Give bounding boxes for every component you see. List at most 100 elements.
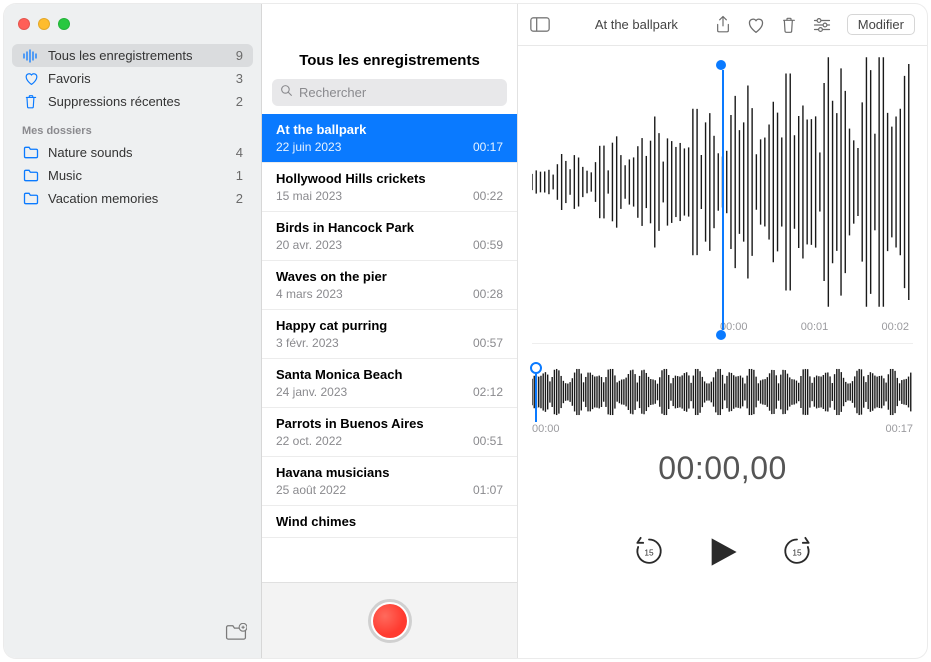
close-window-button[interactable] — [18, 18, 30, 30]
record-button[interactable] — [368, 599, 412, 643]
share-button[interactable] — [715, 15, 731, 34]
sidebar-folders-heading: Mes dossiers — [12, 113, 253, 141]
search-icon — [280, 84, 293, 102]
detail-pane: At the ballpark Modifier — [518, 4, 927, 658]
window-controls — [4, 4, 261, 40]
recording-date: 22 oct. 2022 — [276, 434, 342, 448]
sidebar-folder-music[interactable]: Music 1 — [12, 164, 253, 187]
sidebar-item-label: Tous les enregistrements — [48, 48, 228, 63]
folder-icon — [22, 192, 40, 205]
heart-icon — [22, 72, 40, 85]
recording-meta: 22 juin 2023 00:17 — [276, 140, 503, 154]
recording-title: Havana musicians — [276, 465, 503, 480]
sidebar-folder-vacation-memories[interactable]: Vacation memories 2 — [12, 187, 253, 210]
playhead-line — [722, 70, 724, 330]
waveform-icon — [22, 49, 40, 63]
recording-meta: 24 janv. 202302:12 — [276, 385, 503, 399]
recording-date: 20 avr. 2023 — [276, 238, 342, 252]
overview-playhead[interactable] — [536, 362, 542, 422]
toggle-sidebar-button[interactable] — [530, 17, 558, 32]
search-field[interactable] — [272, 79, 507, 106]
trash-icon — [22, 94, 40, 109]
recording-title: Happy cat purring — [276, 318, 503, 333]
timecode-1: 00:01 — [801, 321, 829, 333]
timecode-2: 00:02 — [881, 321, 909, 333]
recording-title: At the ballpark — [276, 122, 503, 137]
overview-time-start: 00:00 — [532, 423, 560, 435]
toolbar-actions: Modifier — [715, 14, 915, 35]
record-button-inner — [373, 604, 407, 638]
recording-duration: 00:22 — [473, 189, 503, 203]
sidebar-item-label: Music — [48, 168, 228, 183]
sidebar-folder-nature-sounds[interactable]: Nature sounds 4 — [12, 141, 253, 164]
overview-playhead-line — [535, 374, 537, 422]
detail-title: At the ballpark — [566, 17, 707, 32]
settings-button[interactable] — [813, 18, 831, 32]
recording-row[interactable]: Santa Monica Beach24 janv. 202302:12 — [262, 359, 517, 408]
recording-title: Birds in Hancock Park — [276, 220, 503, 235]
sidebar-item-count: 3 — [236, 71, 243, 86]
recording-duration: 01:07 — [473, 483, 503, 497]
minimize-window-button[interactable] — [38, 18, 50, 30]
recording-title: Wind chimes — [276, 514, 503, 529]
recording-row[interactable]: Birds in Hancock Park 20 avr. 2023 00:59 — [262, 212, 517, 261]
sidebar: Tous les enregistrements 9 Favoris 3 Sup… — [4, 4, 262, 658]
recording-date: 25 août 2022 — [276, 483, 346, 497]
recording-title: Parrots in Buenos Aires — [276, 416, 503, 431]
recording-duration: 00:51 — [473, 434, 503, 448]
recordings-list[interactable]: At the ballpark 22 juin 2023 00:17 Hollywoo… — [262, 114, 517, 582]
sidebar-item-count: 1 — [236, 168, 243, 183]
new-folder-button[interactable] — [225, 623, 247, 646]
recording-row[interactable]: Happy cat purring 3 févr. 202300:57 — [262, 310, 517, 359]
recordings-column: Tous les enregistrements At the ballpark… — [262, 4, 518, 658]
sidebar-item-label: Suppressions récentes — [48, 94, 228, 109]
sidebar-item-recently-deleted[interactable]: Suppressions récentes 2 — [12, 90, 253, 113]
svg-text:15: 15 — [792, 547, 802, 557]
recording-date: 22 juin 2023 — [276, 140, 341, 154]
overview-time-end: 00:17 — [885, 423, 913, 435]
recording-row[interactable]: Havana musicians 25 août 2022 01:07 — [262, 457, 517, 506]
sidebar-sources: Tous les enregistrements 9 Favoris 3 Sup… — [4, 40, 261, 658]
waveform-overview[interactable]: 00:00 00:17 — [532, 368, 913, 428]
folder-icon — [22, 146, 40, 159]
recording-row[interactable]: Parrots in Buenos Aires 22 oct. 2022 00:51 — [262, 408, 517, 457]
recording-row[interactable]: Wind chimes — [262, 506, 517, 538]
recording-row[interactable]: Hollywood Hills crickets 15 mai 2023 00:22 — [262, 163, 517, 212]
recording-row[interactable]: Waves on the pier4 mars 202300:28 — [262, 261, 517, 310]
app-window: Tous les enregistrements 9 Favoris 3 Sup… — [4, 4, 927, 658]
fullscreen-window-button[interactable] — [58, 18, 70, 30]
recording-meta: 25 août 2022 01:07 — [276, 483, 503, 497]
sidebar-item-count: 4 — [236, 145, 243, 160]
favorite-button[interactable] — [747, 17, 765, 33]
play-button[interactable] — [706, 535, 740, 569]
recording-duration: 00:17 — [473, 140, 503, 154]
recording-duration: 00:59 — [473, 238, 503, 252]
sidebar-item-count: 9 — [236, 48, 243, 63]
playhead[interactable] — [722, 60, 724, 340]
middle-titlebar-spacer — [262, 4, 517, 46]
overview-timecodes: 00:00 00:17 — [532, 423, 913, 435]
recording-row[interactable]: At the ballpark 22 juin 2023 00:17 — [262, 114, 517, 163]
skip-back-button[interactable]: 15 — [634, 536, 664, 568]
recording-title: Hollywood Hills crickets — [276, 171, 503, 186]
recording-date: 15 mai 2023 — [276, 189, 342, 203]
sidebar-item-count: 2 — [236, 191, 243, 206]
recording-meta: 3 févr. 202300:57 — [276, 336, 503, 350]
recording-duration: 00:28 — [473, 287, 503, 301]
recording-date: 4 mars 2023 — [276, 287, 343, 301]
skip-forward-button[interactable]: 15 — [782, 536, 812, 568]
recording-meta: 15 mai 2023 00:22 — [276, 189, 503, 203]
sidebar-item-all-recordings[interactable]: Tous les enregistrements 9 — [12, 44, 253, 67]
search-input[interactable] — [299, 85, 499, 100]
svg-text:15: 15 — [644, 547, 654, 557]
waveform-main[interactable]: 00:00 00:01 00:02 — [532, 52, 913, 344]
folder-icon — [22, 169, 40, 182]
playhead-knob-top — [716, 60, 726, 70]
edit-button[interactable]: Modifier — [847, 14, 915, 35]
recording-meta: 20 avr. 2023 00:59 — [276, 238, 503, 252]
sidebar-item-label: Favoris — [48, 71, 228, 86]
toolbar: At the ballpark Modifier — [518, 4, 927, 46]
delete-button[interactable] — [781, 16, 797, 34]
sidebar-item-favorites[interactable]: Favoris 3 — [12, 67, 253, 90]
recordings-header: Tous les enregistrements — [262, 46, 517, 79]
